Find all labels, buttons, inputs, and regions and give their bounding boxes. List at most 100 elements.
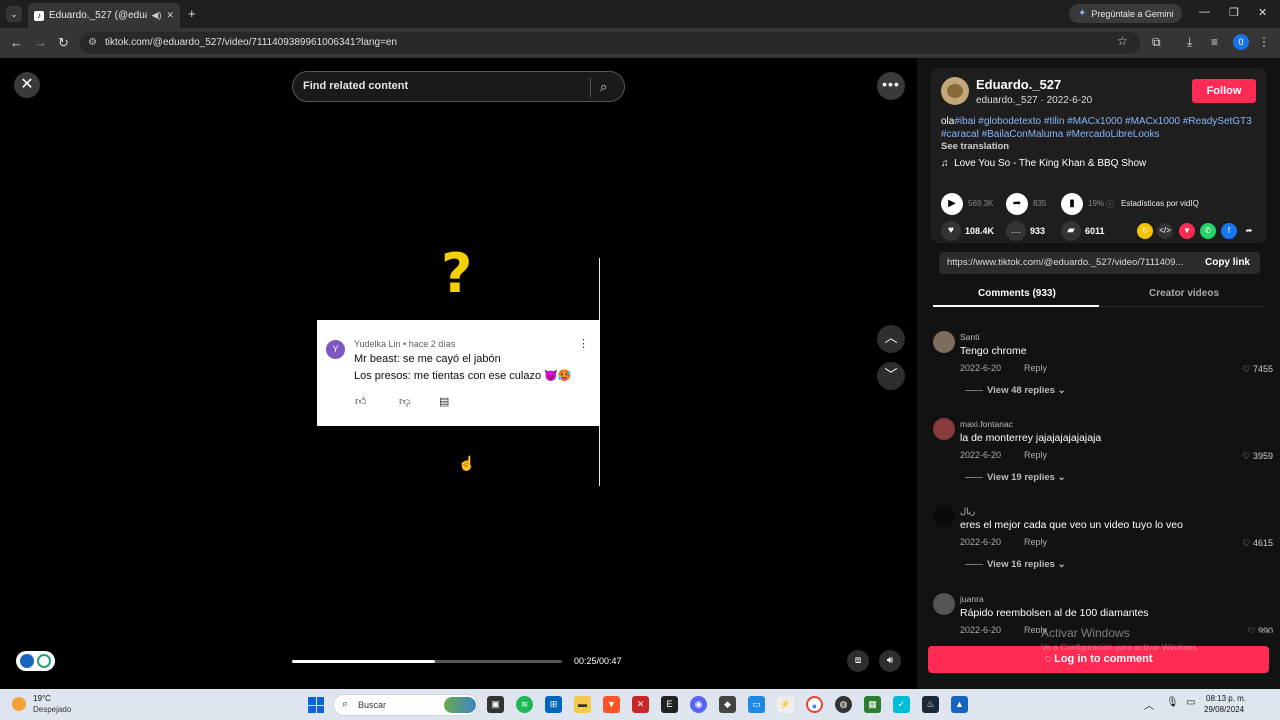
related-search-box[interactable]: Find related content ⌕	[292, 71, 625, 102]
window-close-icon[interactable]: ✕	[1258, 6, 1267, 19]
like-heart-icon[interactable]: ♥	[941, 221, 961, 241]
comment-likes[interactable]: ♡ 3959	[1242, 451, 1273, 462]
extension-b-icon[interactable]	[37, 654, 51, 668]
commenter-avatar[interactable]	[933, 331, 955, 353]
discord-icon[interactable]: ◉	[690, 696, 707, 713]
volume-icon[interactable]: 🔊︎	[879, 650, 901, 672]
taskbar-search[interactable]: ⌕ Buscar	[333, 694, 478, 716]
windows-start-icon[interactable]	[308, 697, 324, 713]
see-translation-link[interactable]: See translation	[941, 141, 1009, 152]
extension-pill[interactable]	[16, 651, 55, 671]
taskbar-date[interactable]: 29/08/2024	[1204, 705, 1244, 714]
weather-desc[interactable]: Despejado	[33, 705, 71, 714]
maximize-icon[interactable]: ❐	[1229, 6, 1239, 19]
gemini-button[interactable]: ✦ Pregúntale a Gemini	[1069, 4, 1183, 23]
search-icon[interactable]: ⌕	[600, 79, 607, 95]
task-view-icon[interactable]: ▣	[487, 696, 504, 713]
comment-likes[interactable]: ♡ 7455	[1242, 364, 1273, 375]
extensions-icon[interactable]: ⧉	[1152, 35, 1161, 50]
app-x-icon[interactable]: ✕	[632, 696, 649, 713]
minimize-icon[interactable]: —	[1199, 6, 1210, 18]
browser-tab[interactable]: ♪ Eduardo._527 (@eduardo_ ◀) ✕	[28, 3, 180, 28]
view-replies-link[interactable]: View 19 replies ⌄	[965, 472, 1066, 483]
commenter-avatar[interactable]	[933, 418, 955, 440]
comment-user[interactable]: juanra	[960, 594, 984, 604]
search-input[interactable]: Find related content	[303, 80, 408, 92]
music-title[interactable]: Love You So - The King Khan & BBQ Show	[954, 158, 1146, 169]
heart-outline-icon[interactable]: ♡	[1242, 451, 1250, 461]
previous-video-button[interactable]: ︿	[877, 325, 905, 353]
close-video-button[interactable]: ✕	[14, 72, 40, 98]
tray-chevron-icon[interactable]: ︿	[1144, 697, 1154, 712]
monitor-app-icon[interactable]: ▭	[748, 696, 765, 713]
reply-link[interactable]: Reply	[1024, 363, 1047, 373]
vpn-app-icon[interactable]: ✓	[893, 696, 910, 713]
store-icon[interactable]: ⊞	[545, 696, 562, 713]
cube-app-icon[interactable]: ◆	[719, 696, 736, 713]
commenter-avatar[interactable]	[933, 593, 955, 615]
forward-icon[interactable]: →	[34, 35, 47, 50]
brave-icon[interactable]: ▼	[603, 696, 620, 713]
comment-bubble-icon[interactable]: …	[1006, 221, 1026, 241]
comment-user[interactable]: ريال	[960, 506, 975, 517]
spotify-icon[interactable]: ≋	[516, 696, 533, 713]
photo-app-icon[interactable]: ▲	[951, 696, 968, 713]
tab-close-icon[interactable]: ✕	[166, 10, 174, 21]
comment-likes[interactable]: ♡ 990	[1247, 626, 1273, 633]
view-replies-link[interactable]: View 48 replies ⌄	[965, 385, 1066, 396]
network-icon[interactable]: ▭	[1186, 697, 1195, 708]
weather-temp[interactable]: 19°C	[33, 694, 51, 703]
microphone-icon[interactable]: 🎙︎	[1166, 697, 1179, 708]
floating-player-icon[interactable]: ⧈	[847, 650, 869, 672]
reading-list-icon[interactable]: ≡	[1211, 35, 1218, 49]
tab-comments[interactable]: Comments (933)	[978, 288, 1056, 299]
view-replies-link[interactable]: View 16 replies ⌄	[965, 559, 1066, 570]
vidiq-label[interactable]: Estadísticas por vidIQ	[1121, 199, 1199, 208]
commenter-avatar[interactable]	[933, 505, 955, 527]
bookmark-icon[interactable]: ▰	[1061, 221, 1081, 241]
tab-creator-videos[interactable]: Creator videos	[1149, 288, 1219, 299]
video-player[interactable]: ? Y Yudelka Lin • hace 2 días Mr beast: …	[317, 102, 600, 689]
tiktok-share-icon[interactable]: ▼	[1179, 223, 1195, 239]
url-field[interactable]: ⚙ tiktok.com/@eduardo_527/video/71114093…	[80, 32, 1140, 54]
tab-search-icon[interactable]: ⌄	[6, 6, 22, 22]
video-progress-bar[interactable]	[292, 660, 562, 663]
new-tab-icon[interactable]: +	[188, 6, 196, 21]
copy-link-button[interactable]: Copy link	[1195, 252, 1260, 274]
profile-avatar[interactable]: 0	[1233, 34, 1249, 50]
repost-icon[interactable]: ↻	[1137, 223, 1153, 239]
sheet-app-icon[interactable]: ▦	[864, 696, 881, 713]
audio-icon[interactable]: ◀)	[152, 10, 162, 21]
bookmark-star-icon[interactable]: ☆	[1117, 34, 1128, 48]
heart-outline-icon[interactable]: ♡	[1242, 538, 1250, 548]
back-icon[interactable]: ←	[10, 35, 23, 50]
extension-a-icon[interactable]	[20, 654, 34, 668]
chrome-menu-icon[interactable]: ⋮	[1258, 35, 1270, 49]
obs-icon[interactable]: ◍	[835, 696, 852, 713]
more-options-button[interactable]: •••	[877, 72, 905, 100]
reload-icon[interactable]: ↻	[58, 35, 69, 51]
site-info-icon[interactable]: ⚙	[88, 32, 97, 54]
music-row[interactable]: ♫ Love You So - The King Khan & BBQ Show	[941, 158, 1146, 169]
comment-user[interactable]: maxi.fontanac	[960, 419, 1013, 429]
whatsapp-icon[interactable]: ✆	[1200, 223, 1216, 239]
follow-button[interactable]: Follow	[1192, 79, 1256, 103]
more-share-icon[interactable]: ➦	[1241, 223, 1257, 239]
hashtags-line-2[interactable]: #caracal #BailaConMaluma #MercadoLibreLo…	[941, 129, 1159, 140]
chrome-icon[interactable]: ●	[806, 696, 823, 713]
embed-icon[interactable]: </>	[1157, 223, 1173, 239]
download-icon[interactable]: ⤓	[1187, 35, 1192, 50]
author-avatar[interactable]	[941, 77, 969, 105]
file-explorer-icon[interactable]: ▬	[574, 696, 591, 713]
capcut-icon[interactable]: ⚡	[777, 696, 794, 713]
taskbar-time[interactable]: 08:13 p. m.	[1206, 694, 1246, 703]
facebook-icon[interactable]: f	[1221, 223, 1237, 239]
steam-icon[interactable]: ♨	[922, 696, 939, 713]
weather-icon[interactable]	[12, 697, 26, 711]
reply-link[interactable]: Reply	[1024, 450, 1047, 460]
heart-outline-icon[interactable]: ♡	[1242, 364, 1250, 374]
next-video-button[interactable]: ﹀	[877, 362, 905, 390]
reply-link[interactable]: Reply	[1024, 537, 1047, 547]
heart-outline-icon[interactable]: ♡	[1247, 626, 1255, 633]
comment-user[interactable]: Santi	[960, 332, 979, 342]
